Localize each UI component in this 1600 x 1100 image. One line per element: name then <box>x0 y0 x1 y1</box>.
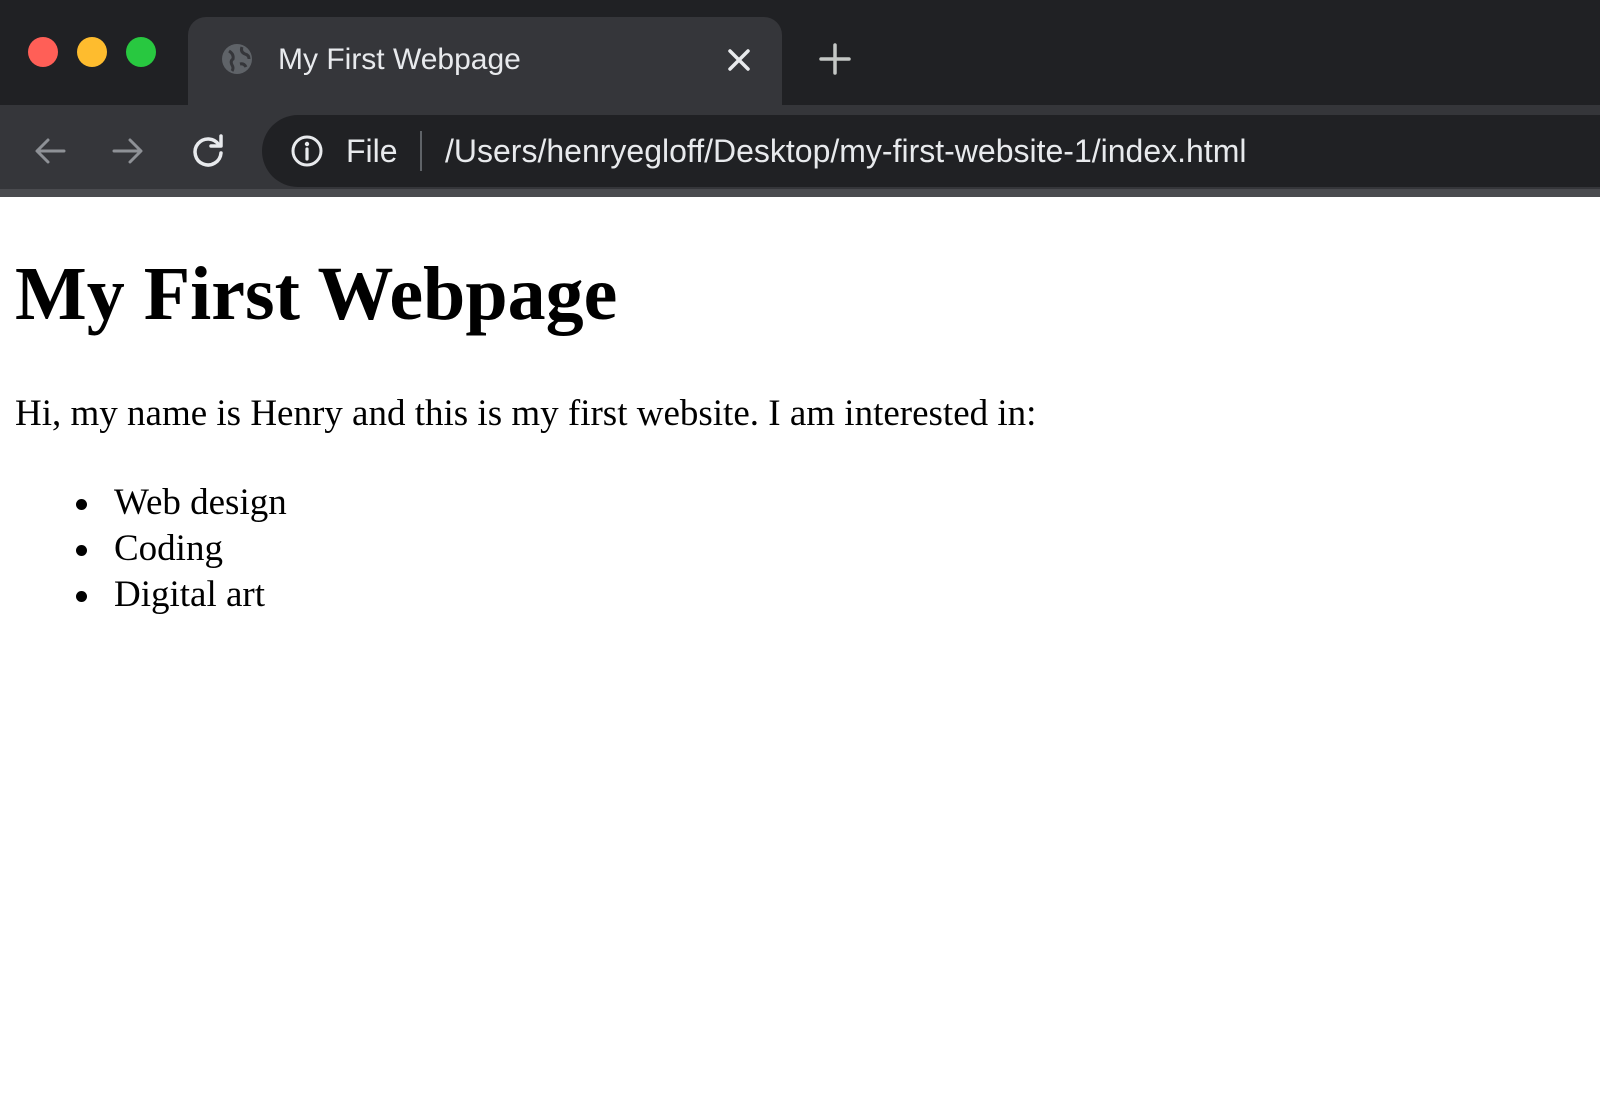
tab-title: My First Webpage <box>278 43 521 76</box>
tab-my-first-webpage[interactable]: My First Webpage <box>188 17 782 105</box>
zoom-window-button[interactable] <box>126 37 156 67</box>
close-window-button[interactable] <box>28 37 58 67</box>
url-text[interactable]: /Users/henryegloff/Desktop/my-first-webs… <box>445 115 1246 187</box>
list-item: Web design <box>0 480 287 526</box>
scheme-label: File <box>346 133 398 169</box>
list-item-label: Web design <box>114 482 287 523</box>
browser-chrome: My First Webpage File /Users/henryegloff… <box>0 0 1600 197</box>
tab-strip: My First Webpage <box>0 0 1600 105</box>
intro-paragraph: Hi, my name is Henry and this is my firs… <box>15 393 1037 434</box>
close-icon[interactable] <box>724 45 754 75</box>
page-title: My First Webpage <box>15 252 618 336</box>
globe-icon <box>222 44 252 74</box>
list-item-label: Digital art <box>114 574 266 615</box>
list-item-label: Coding <box>114 528 223 569</box>
arrow-right-icon[interactable] <box>108 131 148 171</box>
plus-icon[interactable] <box>818 42 852 76</box>
interests-list: Web design Coding Digital art <box>0 480 287 618</box>
divider <box>420 131 422 171</box>
reload-icon[interactable] <box>188 131 228 171</box>
bullet <box>76 499 87 510</box>
address-bar[interactable]: File /Users/henryegloff/Desktop/my-first… <box>262 115 1600 187</box>
info-icon[interactable] <box>290 134 324 168</box>
list-item: Digital art <box>0 572 287 618</box>
toolbar-divider <box>0 189 1600 197</box>
arrow-left-icon[interactable] <box>30 131 70 171</box>
bullet <box>76 545 87 556</box>
page-content: My First Webpage Hi, my name is Henry an… <box>0 197 1600 1100</box>
bullet <box>76 591 87 602</box>
toolbar: File /Users/henryegloff/Desktop/my-first… <box>0 105 1600 197</box>
list-item: Coding <box>0 526 287 572</box>
minimize-window-button[interactable] <box>77 37 107 67</box>
